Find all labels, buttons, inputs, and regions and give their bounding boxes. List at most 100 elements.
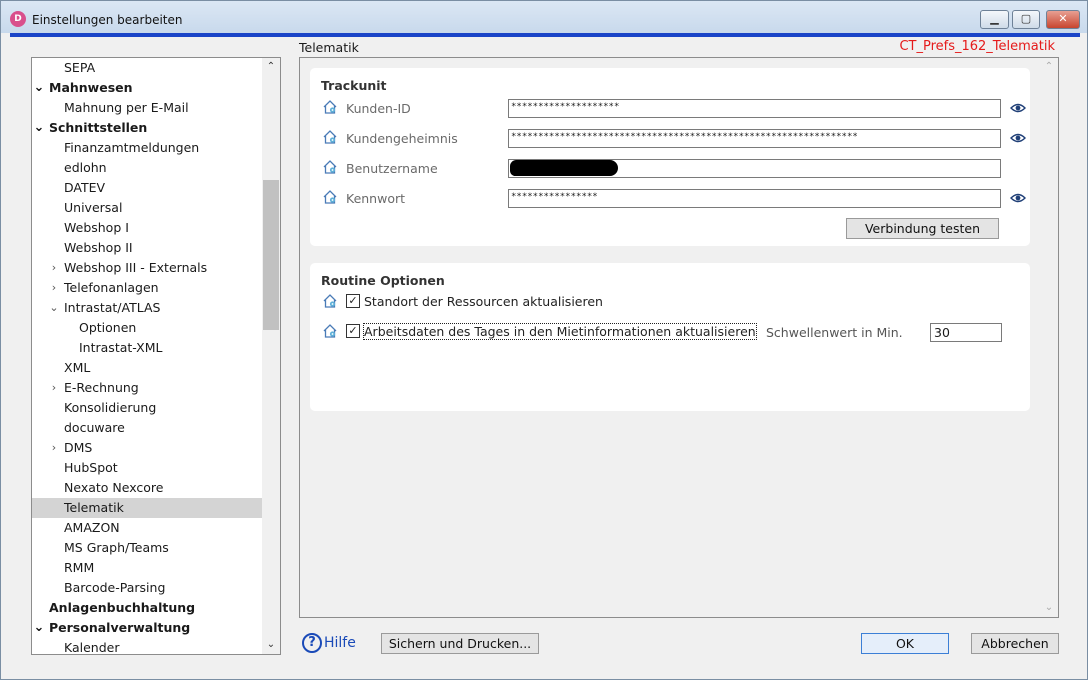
scroll-up-icon[interactable]: ⌃ [262,58,280,76]
app-icon: D [10,11,26,27]
save-print-button[interactable]: Sichern und Drucken... [381,633,539,654]
update-workdata-label[interactable]: Arbeitsdaten des Tages in den Mietinform… [363,323,757,340]
expand-arrow-icon[interactable]: › [48,278,60,298]
tree-item-label: docuware [64,420,125,435]
tree-item-label: Intrastat-XML [79,340,163,355]
tree-item[interactable]: Nexato Nexcore [32,478,263,498]
expand-arrow-icon[interactable]: › [48,438,60,458]
tree-item[interactable]: › Telefonanlagen [32,278,263,298]
tree-item-label: AMAZON [64,520,120,535]
tree-item-label: Barcode-Parsing [64,580,166,595]
content-panel: Trackunit Kunden-ID ******************** K… [299,57,1059,618]
tree-item[interactable]: Konsolidierung [32,398,263,418]
minimize-button[interactable]: ▁ [980,10,1009,29]
field-label: Kundengeheimnis [346,131,458,146]
pref-id: CT_Prefs_162_Telematik [899,39,1055,54]
tree-item[interactable]: ⌄ Intrastat/ATLAS [32,298,263,318]
maximize-button[interactable]: ▢ [1012,10,1040,29]
trackunit-field-row: Kundengeheimnis *************************… [310,128,1030,150]
tree-item-label: HubSpot [64,460,118,475]
settings-tree[interactable]: SEPA ⌄ Mahnwesen Mahnung per E-Mail ⌄ Schnitt… [31,57,281,655]
tree-item[interactable]: Anlagenbuchhaltung [32,598,263,618]
tree-item[interactable]: SEPA [32,58,263,78]
show-password-eye-icon[interactable] [1010,100,1026,116]
tree-item[interactable]: ⌄ Personalverwaltung [32,618,263,638]
test-connection-button[interactable]: Verbindung testen [846,218,999,239]
field-label: Kunden-ID [346,101,411,116]
help-icon: ? [302,633,322,653]
tree-item[interactable]: edlohn [32,158,263,178]
tree-item[interactable]: MS Graph/Teams [32,538,263,558]
tree-item[interactable]: › E-Rechnung [32,378,263,398]
option-update-location-row: ✓ Standort der Ressourcen aktualisieren [310,292,1030,314]
tree-item[interactable]: Barcode-Parsing [32,578,263,598]
routine-options-group: Routine Optionen ✓ Standort der Ressourc… [310,263,1030,411]
update-workdata-checkbox[interactable]: ✓ [346,324,360,338]
content-scrollbar[interactable]: ⌃ ⌄ [1040,58,1058,617]
update-location-label[interactable]: Standort der Ressourcen aktualisieren [364,294,603,309]
tree-item-label: MS Graph/Teams [64,540,169,555]
tree-item-label: XML [64,360,91,375]
collapse-arrow-icon[interactable]: ⌄ [33,118,45,138]
scroll-up-icon[interactable]: ⌃ [1040,58,1058,76]
tree-item[interactable]: RMM [32,558,263,578]
tree-item[interactable]: Webshop II [32,238,263,258]
tree-item[interactable]: ⌄ Mahnwesen [32,78,263,98]
tree-item[interactable]: Universal [32,198,263,218]
trackunit-title: Trackunit [321,78,387,93]
tree-item[interactable]: ⌄ Schnittstellen [32,118,263,138]
close-button[interactable]: ✕ [1046,10,1080,29]
threshold-label: Schwellenwert in Min. [766,325,903,340]
tree-item-label: Universal [64,200,123,215]
tree-item-label: Webshop III - Externals [64,260,208,275]
tree-item[interactable]: docuware [32,418,263,438]
scroll-down-icon[interactable]: ⌄ [1040,599,1058,617]
collapse-arrow-icon[interactable]: ⌄ [33,78,45,98]
title-bar[interactable]: D Einstellungen bearbeiten ▁ ▢ ✕ [1,1,1087,33]
section-title: Telematik [299,40,359,55]
house-gear-icon [323,324,337,338]
tree-item-label: Anlagenbuchhaltung [49,600,196,615]
tree-item[interactable]: Mahnung per E-Mail [32,98,263,118]
tree-item-label: Kalender [64,640,120,655]
tree-scrollbar[interactable]: ⌃ ⌄ [262,58,280,654]
cancel-button[interactable]: Abbrechen [971,633,1059,654]
tree-item-label: Mahnwesen [49,80,133,95]
field-input[interactable]: ****************************************… [508,129,1001,148]
tree-scroll-thumb[interactable] [263,180,279,330]
option-update-workdata-row: ✓ Arbeitsdaten des Tages in den Mietinfo… [310,322,1030,344]
scroll-down-icon[interactable]: ⌄ [262,636,280,654]
tree-item[interactable]: Kalender [32,638,263,655]
tree-item[interactable]: DATEV [32,178,263,198]
expand-arrow-icon[interactable]: › [48,378,60,398]
tree-item-label: Schnittstellen [49,120,148,135]
collapse-arrow-icon[interactable]: ⌄ [33,618,45,638]
house-gear-icon [323,294,337,308]
expand-arrow-icon[interactable]: › [48,258,60,278]
tree-item[interactable]: Webshop I [32,218,263,238]
accent-bar [10,33,1080,37]
window-title: Einstellungen bearbeiten [32,13,183,27]
tree-item[interactable]: Intrastat-XML [32,338,263,358]
tree-item[interactable]: Finanzamtmeldungen [32,138,263,158]
update-location-checkbox[interactable]: ✓ [346,294,360,308]
tree-item[interactable]: › DMS [32,438,263,458]
tree-item[interactable]: Optionen [32,318,263,338]
field-input[interactable]: **************** [508,189,1001,208]
show-password-eye-icon[interactable] [1010,190,1026,206]
tree-item[interactable]: Telematik [32,498,263,518]
tree-item-label: Optionen [79,320,137,335]
show-password-eye-icon[interactable] [1010,130,1026,146]
field-input[interactable]: ******************** [508,99,1001,118]
tree-item[interactable]: AMAZON [32,518,263,538]
tree-item[interactable]: › Webshop III - Externals [32,258,263,278]
tree-item[interactable]: HubSpot [32,458,263,478]
tree-item-label: Telematik [64,500,124,515]
tree-item-label: Webshop I [64,220,129,235]
tree-item-label: Personalverwaltung [49,620,191,635]
collapse-arrow-icon[interactable]: ⌄ [48,298,60,318]
ok-button[interactable]: OK [861,633,949,654]
threshold-input[interactable]: 30 [930,323,1002,342]
routine-options-title: Routine Optionen [321,273,445,288]
tree-item[interactable]: XML [32,358,263,378]
